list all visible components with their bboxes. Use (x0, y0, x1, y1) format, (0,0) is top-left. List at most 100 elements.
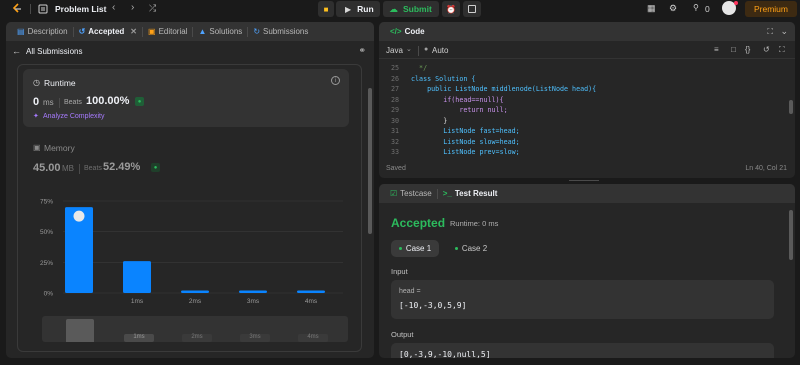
logo-icon[interactable] (11, 3, 23, 15)
code-editor[interactable]: 25 */ 26 class Solution { 27 public ListN… (379, 61, 785, 156)
tab-solutions[interactable]: ▲ Solutions (193, 22, 247, 41)
tab-testcase[interactable]: ☑ Testcase (385, 184, 437, 203)
maximize-icon[interactable]: ⛶ (767, 27, 773, 37)
y-tick-label: 25% (40, 260, 53, 267)
fire-icon[interactable]: ⚲ (693, 3, 699, 12)
left-scrollbar[interactable] (368, 88, 372, 234)
run-button[interactable]: ▶ Run (336, 1, 380, 17)
notes-button[interactable] (463, 1, 481, 17)
code-text: if(head==null){ (411, 95, 504, 104)
result-panel: ☑ Testcase >_ Test Result Accepted Runti… (379, 184, 795, 358)
case-2-button[interactable]: Case 2 (447, 240, 495, 257)
tab-test-result[interactable]: >_ Test Result (438, 184, 503, 203)
bug-icon: ■ (323, 4, 329, 14)
history-icon: ↺ (78, 27, 86, 36)
tab-submissions[interactable]: ↻ Submissions (248, 22, 313, 41)
line-number: 32 (390, 137, 399, 146)
bookmark-icon[interactable]: □ (731, 45, 736, 54)
analyze-complexity-link[interactable]: Analyze Complexity (43, 113, 104, 120)
input-value: [-10,-3,0,5,9] (399, 301, 467, 310)
code-scrollbar[interactable] (789, 100, 793, 114)
y-tick-label: 75% (40, 199, 53, 206)
minimap-label: 4ms (298, 334, 328, 342)
premium-button[interactable]: Premium (745, 1, 797, 17)
settings-icon[interactable]: ⚙ (669, 3, 677, 14)
stats-card: ◷ Runtime i 0 ms Beats 100.00% ● ✦ Analy… (17, 64, 362, 352)
back-arrow-icon[interactable]: ← (12, 46, 21, 56)
submit-button[interactable]: ☁ Submit (383, 1, 439, 17)
layout-grid-icon[interactable]: ▦ (647, 3, 656, 14)
runtime-value: 0 (33, 96, 40, 108)
all-submissions-link[interactable]: All Submissions (26, 47, 82, 56)
prev-problem-icon[interactable]: ‹ (112, 2, 115, 13)
submit-label: Submit (403, 4, 432, 14)
chart-bar (123, 261, 151, 293)
fullscreen-icon[interactable]: ⛶ (779, 45, 785, 55)
play-icon: ▶ (345, 4, 352, 14)
back-row: ← All Submissions ⚭ (6, 41, 374, 61)
code-line: 26 class Solution { (383, 74, 785, 85)
description-icon: ▤ (17, 27, 25, 36)
minimap-label: 2ms (182, 334, 212, 342)
shuffle-icon[interactable]: ⤮ (149, 3, 156, 14)
code-text: ListNode fast=head; (411, 127, 520, 135)
code-tab-bar: </> Code ⛶ ⌄ (379, 22, 795, 41)
chart-bar (181, 290, 209, 293)
notification-dot (734, 1, 738, 5)
share-link-icon[interactable]: ⚭ (358, 45, 366, 56)
info-icon[interactable]: i (331, 76, 340, 85)
runtime-unit: ms (43, 98, 54, 107)
code-panel: </> Code ⛶ ⌄ Java ⌄ ● Auto ≡ □ {} ↺ ⛶ 25… (379, 22, 795, 178)
debug-button[interactable]: ■ (318, 1, 334, 17)
memory-value: 45.00 (33, 162, 61, 174)
code-text: class Solution { (411, 74, 476, 83)
clock-icon: ◷ (33, 78, 40, 87)
tab-accepted[interactable]: ↺ Accepted ✕ (74, 22, 142, 41)
case-pass-dot (454, 247, 458, 250)
x-tick-label: 3ms (247, 298, 260, 305)
coin-count: 0 (705, 4, 710, 14)
next-problem-icon[interactable]: › (131, 2, 134, 13)
close-tab-icon[interactable]: ✕ (130, 27, 137, 36)
minimap-label: 1ms (124, 334, 154, 342)
leaf-icon: ● (135, 97, 144, 106)
chart-minimap[interactable]: 1ms 2ms 3ms 4ms (42, 316, 348, 342)
memory-unit: MB (62, 164, 74, 173)
runtime-box[interactable]: ◷ Runtime i 0 ms Beats 100.00% ● ✦ Analy… (23, 69, 349, 127)
horizontal-splitter[interactable] (379, 178, 795, 183)
timer-button[interactable]: ⏰ (442, 1, 460, 17)
output-box: [0,-3,9,-10,null,5] (391, 343, 774, 358)
format-icon[interactable]: ≡ (714, 45, 719, 54)
memory-leaf-icon: ● (151, 163, 160, 172)
code-line: 29 return null; (383, 105, 785, 116)
runtime-divider (59, 98, 60, 108)
auto-label[interactable]: Auto (432, 46, 448, 55)
case-1-button[interactable]: Case 1 (391, 240, 439, 257)
y-tick-label: 50% (40, 229, 53, 236)
case-pass-dot (398, 247, 402, 250)
problem-list-link[interactable]: Problem List (55, 4, 106, 14)
runtime-beats-label: Beats (64, 99, 82, 106)
tab-editorial[interactable]: ▣ Editorial (143, 22, 192, 41)
runtime-beats-value: 100.00% (86, 95, 130, 107)
memory-beats-value: 52.49% (103, 161, 141, 173)
tab-description[interactable]: ▤ Description (12, 22, 73, 41)
code-line: 30 } (383, 116, 785, 127)
tab-testcase-label: Testcase (400, 189, 432, 198)
braces-icon[interactable]: {} (745, 45, 750, 54)
checkbox-icon: ☑ (390, 189, 398, 198)
tab-code[interactable]: </> Code (385, 22, 430, 41)
submission-panel: ▤ Description ↺ Accepted ✕ ▣ Editorial ▲… (6, 22, 374, 358)
collapse-icon[interactable]: ⌄ (780, 26, 788, 37)
minimap-window[interactable] (66, 319, 94, 342)
code-line: 33 ListNode prev=slow; (383, 147, 785, 156)
line-number: 26 (390, 74, 399, 83)
left-tab-bar: ▤ Description ↺ Accepted ✕ ▣ Editorial ▲… (6, 22, 374, 41)
list-icon[interactable] (38, 4, 48, 14)
code-line: 31 ListNode fast=head; (383, 126, 785, 137)
lock-icon: ● (424, 46, 429, 53)
result-scrollbar[interactable] (789, 210, 793, 260)
tab-solutions-label: Solutions (209, 27, 243, 36)
language-select[interactable]: Java (386, 46, 403, 55)
reset-icon[interactable]: ↺ (763, 45, 770, 54)
